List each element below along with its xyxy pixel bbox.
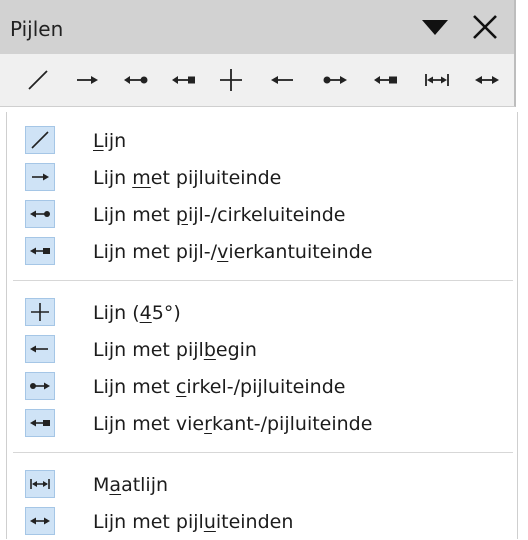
menu-item-label: Lijn met pijl-/cirkeluiteinde bbox=[93, 204, 346, 226]
menu-item-label: Lijn met cirkel-/pijluiteinde bbox=[93, 376, 346, 398]
menu-item-label: Lijn met pijl-/vierkantuiteinde bbox=[93, 241, 373, 263]
menu-item-label: Lijn met pijluiteinden bbox=[93, 511, 294, 533]
menu-item-line-arrow-start[interactable]: Lijn met pijlbegin bbox=[7, 331, 517, 368]
line-arrow-start-icon[interactable] bbox=[267, 64, 299, 96]
menu-separator bbox=[13, 280, 513, 281]
line-icon bbox=[25, 126, 55, 154]
panel-titlebar: Pijlen bbox=[0, 0, 516, 54]
panel-menu-dropdown-icon[interactable] bbox=[418, 10, 452, 44]
dimension-line-icon[interactable] bbox=[421, 64, 453, 96]
line-icon[interactable] bbox=[22, 64, 54, 96]
line-arrow-circle-icon[interactable] bbox=[120, 64, 152, 96]
line-arrows-icon bbox=[25, 507, 55, 535]
menu-item-line-circle-arrow[interactable]: Lijn met cirkel-/pijluiteinde bbox=[7, 368, 517, 405]
menu-item-line-arrow-square[interactable]: Lijn met pijl-/vierkantuiteinde bbox=[7, 233, 517, 270]
arrows-menu: Lijn Lijn met pijluiteinde Lijn met pijl… bbox=[6, 112, 518, 539]
panel-title: Pijlen bbox=[10, 17, 64, 41]
menu-item-label: Lijn met pijlbegin bbox=[93, 339, 257, 361]
menu-item-label: Lijn (45°) bbox=[93, 302, 181, 324]
line-arrow-start-icon bbox=[25, 335, 55, 363]
menu-item-line-square-arrow[interactable]: Lijn met vierkant-/pijluiteinde bbox=[7, 405, 517, 442]
menu-item-line-arrow-end[interactable]: Lijn met pijluiteinde bbox=[7, 159, 517, 196]
menu-item-line-45[interactable]: Lijn (45°) bbox=[7, 294, 517, 331]
menu-item-label: Maatlijn bbox=[93, 474, 169, 496]
menu-item-label: Lijn met pijluiteinde bbox=[93, 167, 282, 189]
menu-separator bbox=[13, 452, 513, 453]
menu-item-line-arrows[interactable]: Lijn met pijluiteinden bbox=[7, 503, 517, 540]
line-arrows-icon[interactable] bbox=[471, 64, 503, 96]
line-circle-arrow-icon[interactable] bbox=[319, 64, 351, 96]
arrows-toolbar bbox=[0, 54, 516, 107]
menu-item-label: Lijn bbox=[93, 130, 127, 152]
line-arrow-circle-icon bbox=[25, 200, 55, 228]
menu-item-dimension-line[interactable]: Maatlijn bbox=[7, 466, 517, 503]
menu-item-line-arrow-circle[interactable]: Lijn met pijl-/cirkeluiteinde bbox=[7, 196, 517, 233]
line-square-arrow-icon[interactable] bbox=[370, 64, 402, 96]
menu-item-line[interactable]: Lijn bbox=[7, 122, 517, 159]
dimension-line-icon bbox=[25, 470, 55, 498]
menu-item-label: Lijn met vierkant-/pijluiteinde bbox=[93, 413, 373, 435]
cross-45-icon bbox=[25, 298, 55, 326]
close-icon[interactable] bbox=[468, 10, 502, 44]
cross-45-icon[interactable] bbox=[215, 64, 247, 96]
line-arrow-square-icon bbox=[25, 237, 55, 265]
line-arrow-end-icon[interactable] bbox=[71, 64, 103, 96]
line-arrow-end-icon bbox=[25, 163, 55, 191]
line-arrow-square-icon[interactable] bbox=[168, 64, 200, 96]
line-circle-arrow-icon bbox=[25, 372, 55, 400]
line-square-arrow-icon bbox=[25, 409, 55, 437]
